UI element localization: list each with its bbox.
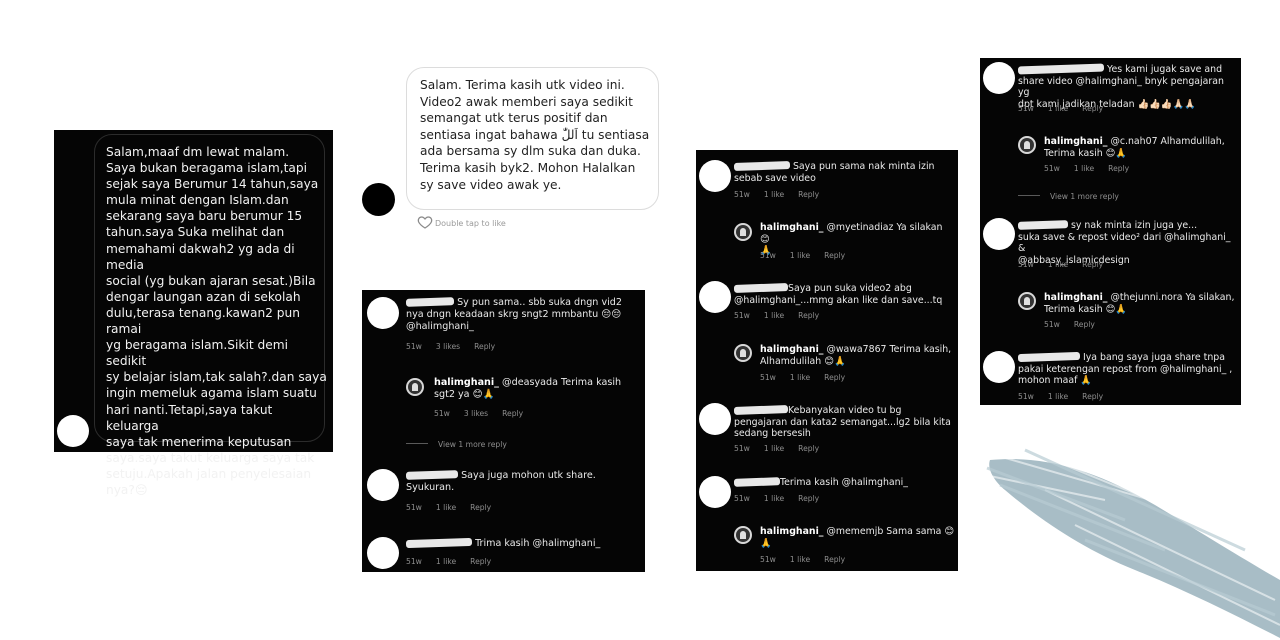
comment-age: 51w xyxy=(760,251,776,260)
message-text: Salam,maaf dm lewat malam. Saya bukan be… xyxy=(106,145,327,497)
reply-button[interactable]: Reply xyxy=(798,444,819,453)
brush-stroke-decoration xyxy=(985,444,1280,638)
avatar[interactable] xyxy=(734,223,752,241)
comment-age: 51w xyxy=(734,444,750,453)
comment-username[interactable]: halimghani_ xyxy=(1044,292,1107,303)
redacted-username xyxy=(405,470,459,480)
reply-button[interactable]: Reply xyxy=(1082,392,1103,401)
avatar[interactable] xyxy=(406,378,424,396)
like-count[interactable]: 1 like xyxy=(1048,260,1068,269)
like-count[interactable]: 1 like xyxy=(764,444,784,453)
double-tap-hint: Double tap to like xyxy=(435,219,506,228)
redacted-username xyxy=(733,283,789,293)
comment-age: 51w xyxy=(1044,320,1060,329)
comment-age: 51w xyxy=(434,409,450,418)
comment-age: 51w xyxy=(406,342,422,351)
avatar[interactable] xyxy=(57,415,89,447)
like-count[interactable]: 3 likes xyxy=(464,409,488,418)
message-text: Salam. Terima kasih utk video ini. Video… xyxy=(420,78,650,192)
like-count[interactable]: 1 like xyxy=(1074,164,1094,173)
like-count[interactable]: 3 likes xyxy=(436,342,460,351)
comment-age: 51w xyxy=(760,373,776,382)
avatar[interactable] xyxy=(699,403,731,435)
reply-button[interactable]: Reply xyxy=(798,311,819,320)
avatar[interactable] xyxy=(367,297,399,329)
like-count[interactable]: 1 like xyxy=(790,555,810,564)
redacted-username xyxy=(733,405,789,415)
avatar[interactable] xyxy=(367,469,399,501)
comment-age: 51w xyxy=(734,190,750,199)
comment-username[interactable]: halimghani_ xyxy=(760,526,823,537)
view-more-replies[interactable]: View 1 more reply xyxy=(406,440,507,449)
reply-button[interactable]: Reply xyxy=(470,557,491,566)
avatar[interactable] xyxy=(699,281,731,313)
avatar[interactable] xyxy=(983,218,1015,250)
dm-light-panel: Salam. Terima kasih utk video ini. Video… xyxy=(362,66,662,236)
reply-button[interactable]: Reply xyxy=(474,342,495,351)
comment-age: 51w xyxy=(406,503,422,512)
reply-button[interactable]: Reply xyxy=(502,409,523,418)
comment-age: 51w xyxy=(734,494,750,503)
comment-age: 51w xyxy=(734,311,750,320)
avatar[interactable] xyxy=(983,351,1015,383)
comments-panel-3: Yes kami jugak save and share video @hal… xyxy=(980,58,1241,405)
avatar[interactable] xyxy=(362,183,395,216)
reply-button[interactable]: Reply xyxy=(798,190,819,199)
view-more-replies[interactable]: View 1 more reply xyxy=(1018,192,1119,201)
like-count[interactable]: 1 like xyxy=(1048,104,1068,113)
like-count[interactable]: 1 like xyxy=(436,503,456,512)
redacted-username xyxy=(1017,220,1069,230)
avatar[interactable] xyxy=(1018,136,1036,154)
reply-button[interactable]: Reply xyxy=(824,373,845,382)
like-count[interactable]: 1 like xyxy=(790,373,810,382)
reply-button[interactable]: Reply xyxy=(1074,320,1095,329)
reply-button[interactable]: Reply xyxy=(798,494,819,503)
like-count[interactable]: 1 like xyxy=(436,557,456,566)
redacted-username xyxy=(1017,351,1081,363)
comment-age: 51w xyxy=(1044,164,1060,173)
redacted-username xyxy=(405,537,473,549)
reply-button[interactable]: Reply xyxy=(1108,164,1129,173)
like-count[interactable]: 1 like xyxy=(764,311,784,320)
redacted-username xyxy=(733,477,781,487)
like-count[interactable]: 1 like xyxy=(764,494,784,503)
comment-age: 51w xyxy=(760,555,776,564)
reply-button[interactable]: Reply xyxy=(1082,260,1103,269)
dm-dark-panel: Salam,maaf dm lewat malam. Saya bukan be… xyxy=(54,130,333,497)
reply-button[interactable]: Reply xyxy=(1082,104,1103,113)
like-count[interactable]: 1 like xyxy=(790,251,810,260)
reply-button[interactable]: Reply xyxy=(824,251,845,260)
avatar[interactable] xyxy=(983,62,1015,94)
reply-button[interactable]: Reply xyxy=(824,555,845,564)
comment-username[interactable]: halimghani_ xyxy=(760,344,823,355)
heart-icon[interactable] xyxy=(417,214,433,230)
reply-button[interactable]: Reply xyxy=(470,503,491,512)
comment-age: 51w xyxy=(406,557,422,566)
comment-username[interactable]: halimghani_ xyxy=(760,222,823,233)
like-count[interactable]: 1 like xyxy=(1048,392,1068,401)
comment-text: Terima kasih @halimghani_ xyxy=(780,477,908,488)
avatar[interactable] xyxy=(699,160,731,192)
comment-age: 51w xyxy=(1018,392,1034,401)
comment-age: 51w xyxy=(1018,260,1034,269)
avatar[interactable] xyxy=(699,476,731,508)
comments-panel-2: Saya pun sama nak minta izin sebab save … xyxy=(696,150,958,571)
redacted-username xyxy=(1017,63,1105,75)
comment-username[interactable]: halimghani_ xyxy=(434,377,499,388)
comment-username[interactable]: halimghani_ xyxy=(1044,136,1107,147)
comment-text: Trima kasih @halimghani_ xyxy=(475,538,601,549)
avatar[interactable] xyxy=(367,537,399,569)
avatar[interactable] xyxy=(734,526,752,544)
redacted-username xyxy=(405,297,455,307)
like-count[interactable]: 1 like xyxy=(764,190,784,199)
comments-panel-1: Sy pun sama.. sbb suka dngn vid2 nya dng… xyxy=(362,290,645,572)
avatar[interactable] xyxy=(734,344,752,362)
avatar[interactable] xyxy=(1018,292,1036,310)
redacted-username xyxy=(733,161,791,171)
comment-age: 51w xyxy=(1018,104,1034,113)
